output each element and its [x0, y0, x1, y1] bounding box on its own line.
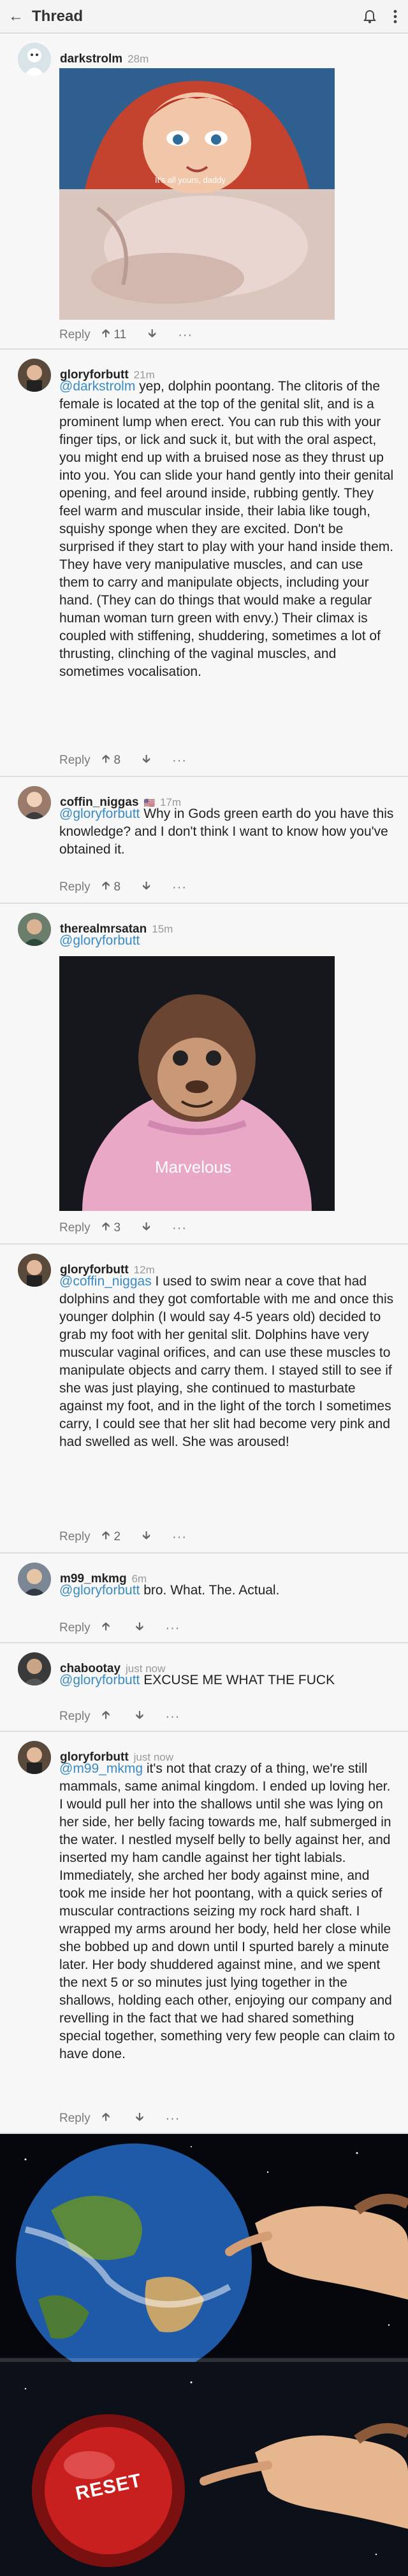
upvote-arrow-icon[interactable]: 🡱 — [102, 1619, 110, 1638]
comment-gloryforbutt-1: gloryforbutt 21m @darkstrolm yep, dolphi… — [0, 350, 408, 776]
vote-score: 2 — [113, 1530, 121, 1543]
reply-button[interactable]: Reply — [59, 1221, 91, 1235]
comment-text: @coffin_niggas I used to swim near a cov… — [59, 1274, 394, 1449]
page-title: Thread — [32, 7, 84, 25]
avatar[interactable] — [18, 913, 51, 946]
comment-text: @m99_mkmg it's not that crazy of a thing… — [59, 1761, 395, 2061]
downvote-arrow-icon[interactable]: 🡳 — [136, 2109, 144, 2128]
timestamp: 28m — [127, 53, 149, 65]
comment-text: @gloryforbutt EXCUSE ME WHAT THE FUCK — [59, 1673, 335, 1687]
more-options-icon[interactable]: ··· — [172, 1530, 187, 1545]
upvote-arrow-icon[interactable]: 🡱 — [102, 2109, 110, 2128]
avatar[interactable] — [18, 1254, 51, 1287]
reply-button[interactable]: Reply — [59, 328, 91, 342]
comment-coffin-niggas: coffin_niggas 🇺🇸 17m @gloryforbutt Why i… — [0, 777, 408, 903]
more-options-icon[interactable]: ··· — [165, 1710, 180, 1724]
notification-bell-icon[interactable] — [357, 0, 382, 33]
avatar[interactable] — [18, 1741, 51, 1774]
downvote-arrow-icon[interactable]: 🡳 — [136, 1619, 144, 1638]
meme-caption: Marvelous — [155, 1157, 231, 1177]
comment-chabootay: chabootay just now @gloryforbutt EXCUSE … — [0, 1643, 408, 1731]
reply-button[interactable]: Reply — [59, 754, 91, 768]
mention-link[interactable]: @darkstrolm — [59, 379, 135, 394]
downvote-arrow-icon[interactable]: 🡳 — [142, 751, 150, 770]
mention-link[interactable]: @coffin_niggas — [59, 1274, 152, 1289]
comment-m99-mkmg: m99_mkmg 6m @gloryforbutt bro. What. The… — [0, 1554, 408, 1643]
mention-link[interactable]: @gloryforbutt — [59, 933, 140, 948]
comment-text: @gloryforbutt Why in Gods green earth do… — [59, 806, 394, 857]
more-options-icon[interactable]: ··· — [172, 754, 187, 768]
upvote-arrow-icon[interactable]: 🡱 — [102, 326, 110, 345]
top-bar: ← Thread — [0, 0, 408, 33]
vote-score: 11 — [113, 328, 127, 341]
upvote-arrow-icon[interactable]: 🡱 — [102, 1707, 110, 1726]
vote-score: 3 — [113, 1221, 121, 1234]
upvote-arrow-icon[interactable]: 🡱 — [102, 1528, 110, 1547]
reply-button[interactable]: Reply — [59, 1710, 91, 1724]
downvote-arrow-icon[interactable]: 🡳 — [142, 878, 150, 897]
more-options-icon[interactable]: ··· — [178, 328, 193, 343]
mention-link[interactable]: @gloryforbutt — [59, 806, 140, 821]
downvote-arrow-icon[interactable]: 🡳 — [136, 1707, 144, 1726]
vote-score: 8 — [113, 880, 121, 894]
mention-link[interactable]: @m99_mkmg — [59, 1761, 143, 1776]
avatar[interactable] — [18, 786, 51, 819]
more-options-icon[interactable]: ··· — [165, 2112, 180, 2126]
upvote-arrow-icon[interactable]: 🡱 — [102, 878, 110, 897]
avatar[interactable] — [18, 1652, 51, 1685]
more-options-icon[interactable]: ··· — [165, 1621, 180, 1636]
reply-button[interactable]: Reply — [59, 2112, 91, 2126]
downvote-arrow-icon[interactable]: 🡳 — [148, 326, 156, 345]
overflow-menu-icon[interactable] — [382, 0, 408, 33]
bottom-meme-image: RESET — [0, 2134, 408, 2576]
meme-caption: It's all yours, daddy — [155, 175, 226, 185]
vote-score: 8 — [113, 754, 121, 767]
more-options-icon[interactable]: ··· — [172, 1221, 187, 1236]
downvote-arrow-icon[interactable]: 🡳 — [142, 1528, 150, 1547]
meme-image[interactable]: It's all yours, daddy — [59, 68, 335, 320]
avatar[interactable] — [18, 1563, 51, 1596]
comment-gloryforbutt-2: gloryforbutt 12m @coffin_niggas I used t… — [0, 1245, 408, 1553]
mention-link[interactable]: @gloryforbutt — [59, 1583, 140, 1598]
comment-gloryforbutt-3: gloryforbutt just now @m99_mkmg it's not… — [0, 1732, 408, 2133]
comment-darkstrolm: darkstrolm 28m It's all yours, daddy Rep… — [0, 34, 408, 349]
upvote-arrow-icon[interactable]: 🡱 — [102, 751, 110, 770]
reply-button[interactable]: Reply — [59, 1530, 91, 1544]
username[interactable]: darkstrolm — [60, 52, 122, 66]
reply-button[interactable]: Reply — [59, 880, 91, 894]
comment-therealmrsatan: therealmrsatan 15m @gloryforbutt Marvelo… — [0, 904, 408, 1244]
comment-text: @gloryforbutt — [59, 932, 395, 950]
reply-button[interactable]: Reply — [59, 1621, 91, 1635]
meme-image[interactable]: Marvelous — [59, 956, 335, 1211]
comment-text: @gloryforbutt bro. What. The. Actual. — [59, 1583, 280, 1598]
downvote-arrow-icon[interactable]: 🡳 — [142, 1219, 150, 1238]
back-arrow-icon[interactable]: ← — [0, 0, 32, 33]
earth-hand-panel — [0, 2134, 408, 2576]
more-options-icon[interactable]: ··· — [172, 880, 187, 895]
upvote-arrow-icon[interactable]: 🡱 — [102, 1219, 110, 1238]
avatar[interactable] — [18, 359, 51, 392]
comment-text: @darkstrolm yep, dolphin poontang. The c… — [59, 379, 394, 679]
mention-link[interactable]: @gloryforbutt — [59, 1673, 140, 1687]
avatar[interactable] — [18, 43, 51, 76]
